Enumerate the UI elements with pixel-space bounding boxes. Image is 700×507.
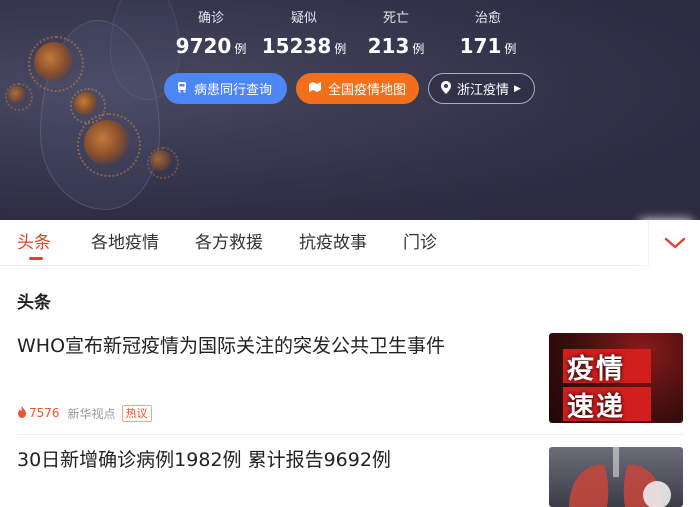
divider	[17, 434, 683, 435]
expand-tabs-button[interactable]	[648, 220, 700, 266]
zhejiang-label: 浙江疫情	[457, 83, 510, 98]
heat-count: 7576	[29, 406, 60, 420]
virus-icon	[5, 83, 33, 111]
patient-trip-query-label: 病患同行查询	[194, 83, 273, 98]
stat-suspected: 疑似 15238 例	[254, 10, 354, 61]
stat-unit: 例	[334, 42, 347, 56]
stat-label: 疑似	[290, 11, 317, 26]
caret-right-icon: ▶	[514, 83, 521, 94]
thumb-text: 疫情	[567, 354, 625, 385]
stat-unit: 例	[504, 42, 517, 56]
stat-value: 213	[367, 34, 410, 58]
news-title[interactable]: 30日新增确诊病例1982例 累计报告9692例	[17, 447, 527, 473]
chevron-down-icon	[664, 237, 686, 249]
national-map-button[interactable]: 全国疫情地图	[296, 73, 419, 104]
news-thumbnail[interactable]: 疫情 速递	[549, 333, 683, 423]
stat-value: 9720	[175, 34, 232, 58]
stat-deaths: 死亡 213 例	[346, 10, 446, 61]
news-source: 新华视点	[67, 406, 116, 421]
hot-discussion-badge: 热议	[121, 404, 152, 422]
stat-value: 15238	[261, 34, 332, 58]
train-icon	[176, 81, 188, 96]
stats-bar: 确诊 9720 例 疑似 15238 例 死亡 213 例 治愈 171 例	[0, 10, 700, 64]
thumb-text: 速递	[567, 392, 625, 423]
stat-unit: 例	[412, 42, 425, 56]
news-title[interactable]: WHO宣布新冠疫情为国际关注的突发公共卫生事件	[17, 333, 527, 359]
patient-trip-query-button[interactable]: 病患同行查询	[164, 73, 287, 104]
news-meta: 7576 新华视点 热议	[17, 404, 152, 422]
tab-clinic[interactable]: 门诊	[403, 232, 437, 254]
stat-confirmed: 确诊 9720 例	[161, 10, 261, 61]
map-icon	[308, 81, 322, 96]
tab-headlines[interactable]: 头条	[17, 232, 51, 254]
lung-illustration	[569, 447, 671, 507]
virus-icon	[70, 88, 106, 124]
category-tab-bar: 头条 各地疫情 各方救援 抗疫故事 门诊	[0, 220, 700, 266]
header-banner: 确诊 9720 例 疑似 15238 例 死亡 213 例 治愈 171 例 病患同行查…	[0, 0, 700, 220]
virus-icon	[146, 146, 180, 180]
virus-icon	[77, 113, 141, 177]
news-item[interactable]: WHO宣布新冠疫情为国际关注的突发公共卫生事件 7576 新华视点 热议 疫情 …	[17, 333, 683, 428]
stat-unit: 例	[234, 42, 247, 56]
tab-stories[interactable]: 抗疫故事	[299, 232, 367, 254]
stat-cured: 治愈 171 例	[438, 10, 538, 61]
tab-regional[interactable]: 各地疫情	[91, 232, 159, 254]
location-pin-icon	[441, 80, 451, 97]
zhejiang-epidemic-button[interactable]: 浙江疫情 ▶	[428, 73, 535, 104]
active-tab-indicator	[29, 257, 43, 260]
section-title: 头条	[17, 293, 51, 313]
stat-label: 治愈	[474, 11, 501, 26]
stat-label: 确诊	[197, 11, 224, 26]
news-item[interactable]: 30日新增确诊病例1982例 累计报告9692例	[17, 447, 683, 507]
stat-value: 171	[459, 34, 502, 58]
national-map-label: 全国疫情地图	[328, 83, 407, 98]
fire-icon	[17, 405, 27, 421]
tab-rescue[interactable]: 各方救援	[195, 232, 263, 254]
stat-label: 死亡	[382, 11, 409, 26]
news-thumbnail[interactable]	[549, 447, 683, 507]
